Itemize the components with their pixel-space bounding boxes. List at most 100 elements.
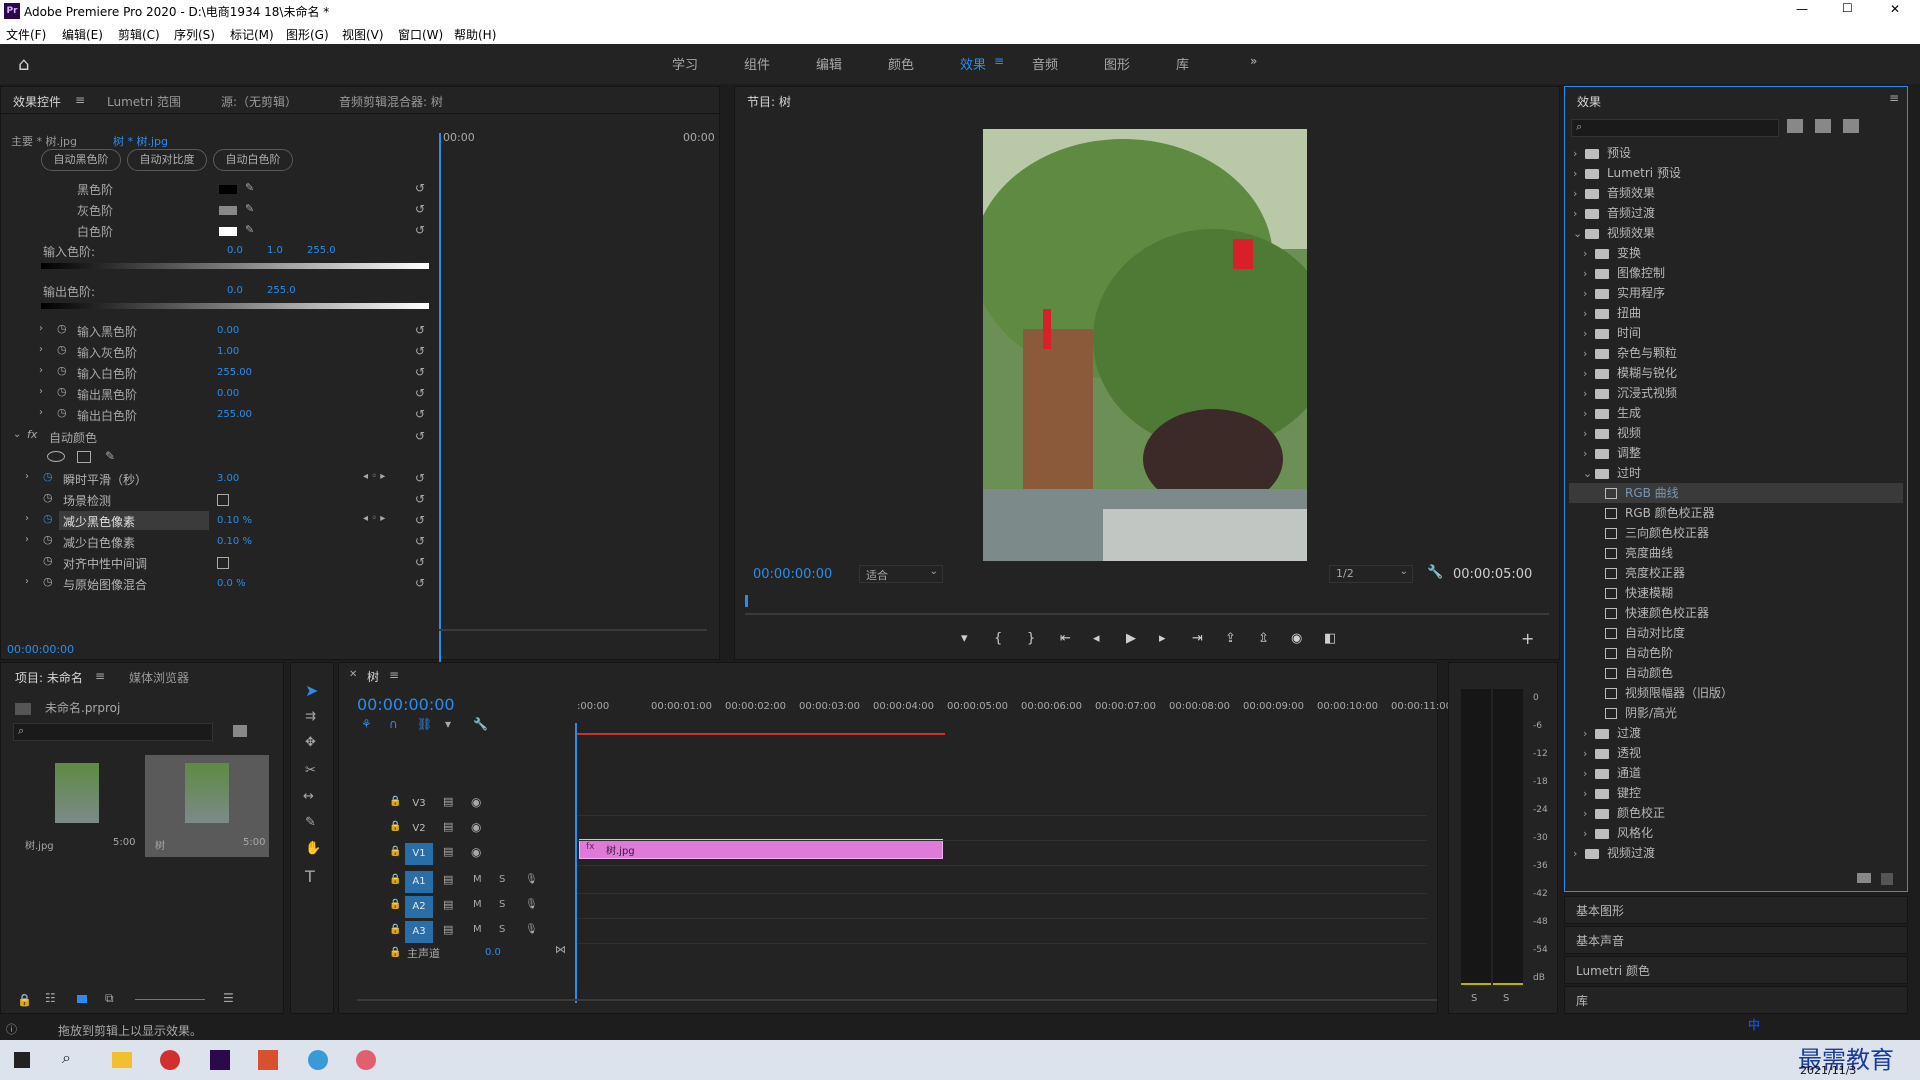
reset-icon[interactable]: ↺	[415, 576, 425, 590]
effects-search-input[interactable]: ⌕	[1571, 119, 1779, 137]
ac-param-value-0[interactable]: 3.00	[217, 473, 239, 484]
ec-playhead[interactable]	[439, 133, 441, 671]
yuv-effects-icon[interactable]	[1843, 119, 1859, 133]
effects-tree-item[interactable]: 自动色阶	[1569, 643, 1903, 663]
ec-tab-1[interactable]: Lumetri 范围	[107, 93, 181, 110]
timeline-playhead[interactable]	[575, 723, 577, 1003]
chevron-right-icon[interactable]: ›	[1583, 364, 1595, 384]
effects-tree-item[interactable]: › 视频过渡	[1569, 843, 1903, 863]
reset-icon[interactable]: ↺	[415, 386, 425, 400]
chevron-down-icon[interactable]: ⌄	[1583, 464, 1595, 484]
ec-tab-0[interactable]: 效果控件	[13, 93, 61, 110]
chevron-right-icon[interactable]: ›	[1573, 184, 1585, 204]
toggle-sync-icon[interactable]: ▤	[443, 820, 453, 833]
export-frame-icon[interactable]: ◉	[1291, 631, 1302, 646]
reset-icon[interactable]: ↺	[415, 202, 425, 216]
sort-icon[interactable]: ☰	[223, 991, 234, 1005]
chevron-down-icon[interactable]: ⌄	[1573, 224, 1585, 244]
eye-icon[interactable]: ◉	[471, 820, 481, 834]
toggle-sync-icon[interactable]: ▤	[443, 873, 453, 886]
reset-icon[interactable]: ↺	[415, 534, 425, 548]
razor-tool-icon[interactable]: ✂	[305, 763, 316, 778]
lock-icon[interactable]: 🔒	[389, 899, 401, 910]
chevron-right-icon[interactable]: ›	[1573, 844, 1585, 864]
maximize-button[interactable]: ☐	[1842, 1, 1853, 15]
stopwatch-icon[interactable]: ◷	[43, 470, 53, 483]
effects-tree-item[interactable]: › 扭曲	[1569, 303, 1903, 323]
rect-mask-icon[interactable]	[77, 451, 91, 463]
stopwatch-icon[interactable]: ◷	[43, 491, 53, 504]
output-gradient-slider[interactable]	[41, 303, 429, 309]
linked-selection-icon[interactable]: ⛓	[417, 717, 432, 731]
resolution-dropdown[interactable]: 1/2 ⌄	[1329, 565, 1413, 583]
ime-indicator[interactable]: 中	[1748, 1016, 1760, 1033]
workspace-tab-2[interactable]: 编辑	[816, 54, 842, 73]
effects-tree-item[interactable]: › 通道	[1569, 763, 1903, 783]
delete-icon[interactable]	[1881, 873, 1893, 885]
accelerated-effects-icon[interactable]	[1787, 119, 1803, 133]
timeline-timecode[interactable]: 00:00:00:00	[357, 695, 455, 714]
32bit-effects-icon[interactable]	[1815, 119, 1831, 133]
file-explorer-icon[interactable]	[112, 1052, 132, 1068]
add-button-icon[interactable]: +	[1521, 629, 1534, 648]
mark-out-icon[interactable]: }	[1027, 631, 1035, 646]
effects-tree-item[interactable]: › 风格化	[1569, 823, 1903, 843]
menu-item-2[interactable]: 剪辑(C)	[118, 26, 160, 43]
add-marker-icon[interactable]: ▾	[961, 631, 968, 646]
level-swatch-0[interactable]	[219, 185, 237, 194]
ec-tab-2[interactable]: 源:（无剪辑）	[221, 93, 297, 110]
effects-tree-item[interactable]: ⌄ 视频效果	[1569, 223, 1903, 243]
go-to-end-icon[interactable]: ⋈	[555, 943, 566, 956]
stopwatch-icon[interactable]: ◷	[43, 575, 53, 588]
app2-taskbar-icon[interactable]	[356, 1050, 376, 1070]
panel-menu-icon[interactable]: ≡	[389, 668, 399, 682]
project-tab-0[interactable]: 项目: 未命名	[15, 669, 83, 686]
eyedropper-icon[interactable]: ✎	[245, 181, 254, 194]
effects-tree-item[interactable]: › 模糊与锐化	[1569, 363, 1903, 383]
project-item[interactable]: 树.jpg 5:00	[15, 755, 139, 857]
project-search-input[interactable]: ⌕	[13, 723, 213, 741]
chevron-right-icon[interactable]: ›	[1583, 824, 1595, 844]
premiere-taskbar-icon[interactable]	[210, 1050, 230, 1070]
menu-item-4[interactable]: 标记(M)	[230, 26, 274, 43]
chevron-right-icon[interactable]: ›	[39, 407, 43, 418]
chevron-right-icon[interactable]: ›	[39, 323, 43, 334]
chrome-icon[interactable]	[160, 1050, 180, 1070]
chevron-right-icon[interactable]: ›	[1583, 424, 1595, 444]
compare-icon[interactable]: ◧	[1324, 631, 1336, 646]
reset-icon[interactable]: ↺	[415, 429, 425, 443]
chevron-right-icon[interactable]: ›	[1573, 164, 1585, 184]
mute-button[interactable]: M	[473, 874, 482, 885]
chevron-right-icon[interactable]: ›	[1583, 304, 1595, 324]
track-target-V2[interactable]: V2	[405, 818, 433, 840]
snap-icon[interactable]: ∩	[389, 717, 398, 731]
stopwatch-icon[interactable]: ◷	[57, 322, 67, 335]
level-swatch-1[interactable]	[219, 206, 237, 215]
reset-icon[interactable]: ↺	[415, 555, 425, 569]
lock-icon[interactable]: 🔒	[389, 821, 401, 832]
chevron-down-icon[interactable]: ⌄	[13, 429, 21, 440]
hand-tool-icon[interactable]: ✋	[305, 841, 321, 856]
chevron-right-icon[interactable]: ›	[25, 471, 29, 482]
effects-tree-item[interactable]: 亮度校正器	[1569, 563, 1903, 583]
reset-icon[interactable]: ↺	[415, 513, 425, 527]
eyedropper-icon[interactable]: ✎	[245, 202, 254, 215]
effects-tree-item[interactable]: 视频限幅器（旧版）	[1569, 683, 1903, 703]
param-value-2[interactable]: 255.00	[217, 367, 252, 378]
icon-view-icon[interactable]	[77, 995, 87, 1003]
track-target-A1[interactable]: A1	[405, 871, 433, 893]
panel-menu-icon[interactable]: ≡	[95, 669, 105, 683]
chevron-right-icon[interactable]: ›	[25, 513, 29, 524]
mic-icon[interactable]: 🎙	[525, 924, 538, 935]
lock-icon[interactable]: 🔒	[389, 874, 401, 885]
ec-timecode[interactable]: 00:00:00:00	[7, 643, 74, 656]
effects-tree-item[interactable]: RGB 曲线	[1569, 483, 1903, 503]
add-marker-icon[interactable]: ▾	[445, 717, 451, 731]
effects-tree-item[interactable]: 自动颜色	[1569, 663, 1903, 683]
lift-icon[interactable]: ⇪	[1225, 631, 1236, 646]
chevron-right-icon[interactable]: ›	[1583, 444, 1595, 464]
mute-button[interactable]: M	[473, 899, 482, 910]
new-bin-icon[interactable]	[1857, 873, 1871, 883]
reset-icon[interactable]: ↺	[415, 492, 425, 506]
chevron-right-icon[interactable]: ›	[1583, 724, 1595, 744]
